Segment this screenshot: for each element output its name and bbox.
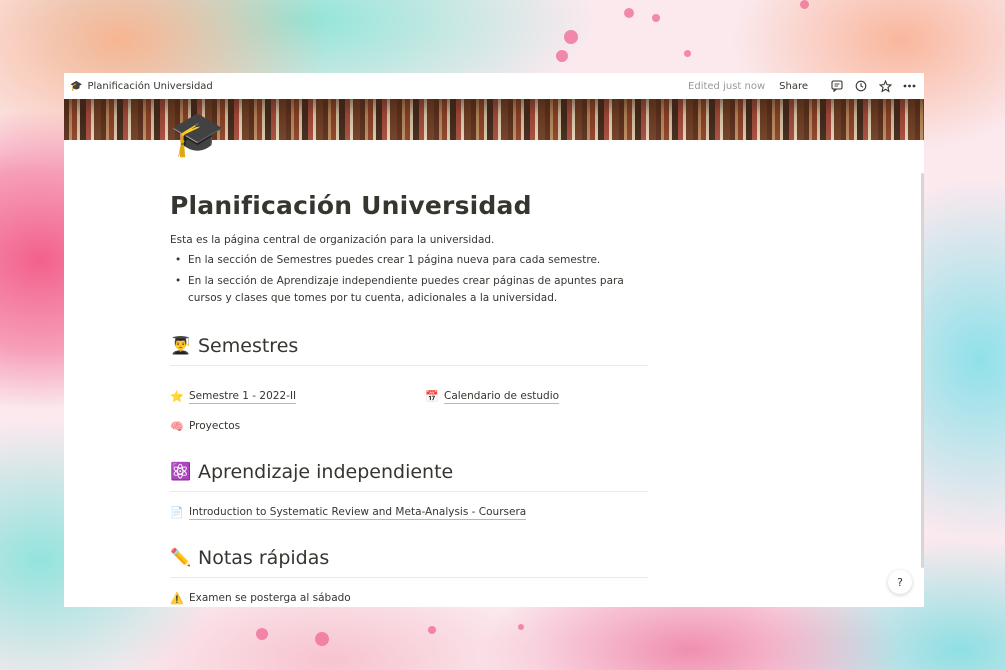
intro-text[interactable]: Esta es la página central de organizació… bbox=[170, 234, 650, 246]
page-icon[interactable]: 🎓 bbox=[170, 113, 225, 157]
help-button[interactable]: ? bbox=[888, 570, 912, 594]
scrollbar[interactable] bbox=[921, 173, 924, 568]
warning-icon: ⚠️ bbox=[170, 591, 184, 605]
breadcrumb[interactable]: 🎓 Planificación Universidad bbox=[70, 81, 213, 92]
calendar-icon: 📅 bbox=[425, 390, 439, 403]
comment-icon[interactable] bbox=[830, 79, 844, 93]
student-icon: 👨‍🎓 bbox=[170, 336, 192, 356]
section-semestres: 👨‍🎓 Semestres bbox=[170, 335, 648, 366]
section-aprendizaje: ⚛️ Aprendizaje independiente bbox=[170, 461, 648, 492]
heading-semestres[interactable]: 👨‍🎓 Semestres bbox=[170, 335, 648, 366]
heading-notas[interactable]: ✏️ Notas rápidas bbox=[170, 547, 648, 578]
page-link-label: Semestre 1 - 2022-II bbox=[189, 390, 297, 404]
heading-label: Notas rápidas bbox=[198, 547, 330, 569]
page-header: Planificación Universidad Esta es la pág… bbox=[170, 191, 650, 311]
heading-aprendizaje[interactable]: ⚛️ Aprendizaje independiente bbox=[170, 461, 648, 492]
graduation-cap-icon: 🎓 bbox=[70, 80, 83, 92]
page-link-coursera[interactable]: 📄 Introduction to Systematic Review and … bbox=[170, 505, 527, 520]
bullet-item[interactable]: En la sección de Semestres puedes crear … bbox=[170, 252, 650, 269]
star-icon[interactable] bbox=[878, 79, 892, 93]
heading-label: Semestres bbox=[198, 335, 299, 357]
atom-icon: ⚛️ bbox=[170, 462, 192, 482]
page-icon: 📄 bbox=[170, 506, 184, 519]
history-icon[interactable] bbox=[854, 79, 868, 93]
page-link-label: Proyectos bbox=[189, 420, 241, 432]
heading-label: Aprendizaje independiente bbox=[198, 461, 454, 483]
share-button[interactable]: Share bbox=[779, 81, 808, 92]
breadcrumb-label: Planificación Universidad bbox=[87, 80, 213, 92]
page-title[interactable]: Planificación Universidad bbox=[170, 191, 650, 220]
page-link-label: Calendario de estudio bbox=[444, 390, 560, 404]
brain-icon: 🧠 bbox=[170, 419, 184, 433]
pencil-icon: ✏️ bbox=[170, 548, 192, 568]
notion-window: 🎓 Planificación Universidad Edited just … bbox=[64, 73, 924, 607]
page-link-semestre-1[interactable]: ⭐ Semestre 1 - 2022-II bbox=[170, 389, 297, 404]
page-link-proyectos[interactable]: 🧠 Proyectos bbox=[170, 419, 240, 433]
section-notas: ✏️ Notas rápidas bbox=[170, 547, 648, 578]
bullet-item[interactable]: En la sección de Aprendizaje independien… bbox=[170, 273, 650, 307]
star-icon: ⭐ bbox=[170, 390, 184, 403]
note-label: Examen se posterga al sábado bbox=[189, 592, 351, 604]
more-icon[interactable] bbox=[902, 79, 916, 93]
page-link-calendario[interactable]: 📅 Calendario de estudio bbox=[425, 389, 560, 404]
note-item[interactable]: ⚠️ Examen se posterga al sábado bbox=[170, 591, 351, 605]
edited-status: Edited just now bbox=[688, 80, 766, 92]
page-link-label: Introduction to Systematic Review and Me… bbox=[189, 506, 527, 520]
bullet-list: En la sección de Semestres puedes crear … bbox=[170, 252, 650, 307]
top-bar: 🎓 Planificación Universidad Edited just … bbox=[64, 73, 924, 99]
